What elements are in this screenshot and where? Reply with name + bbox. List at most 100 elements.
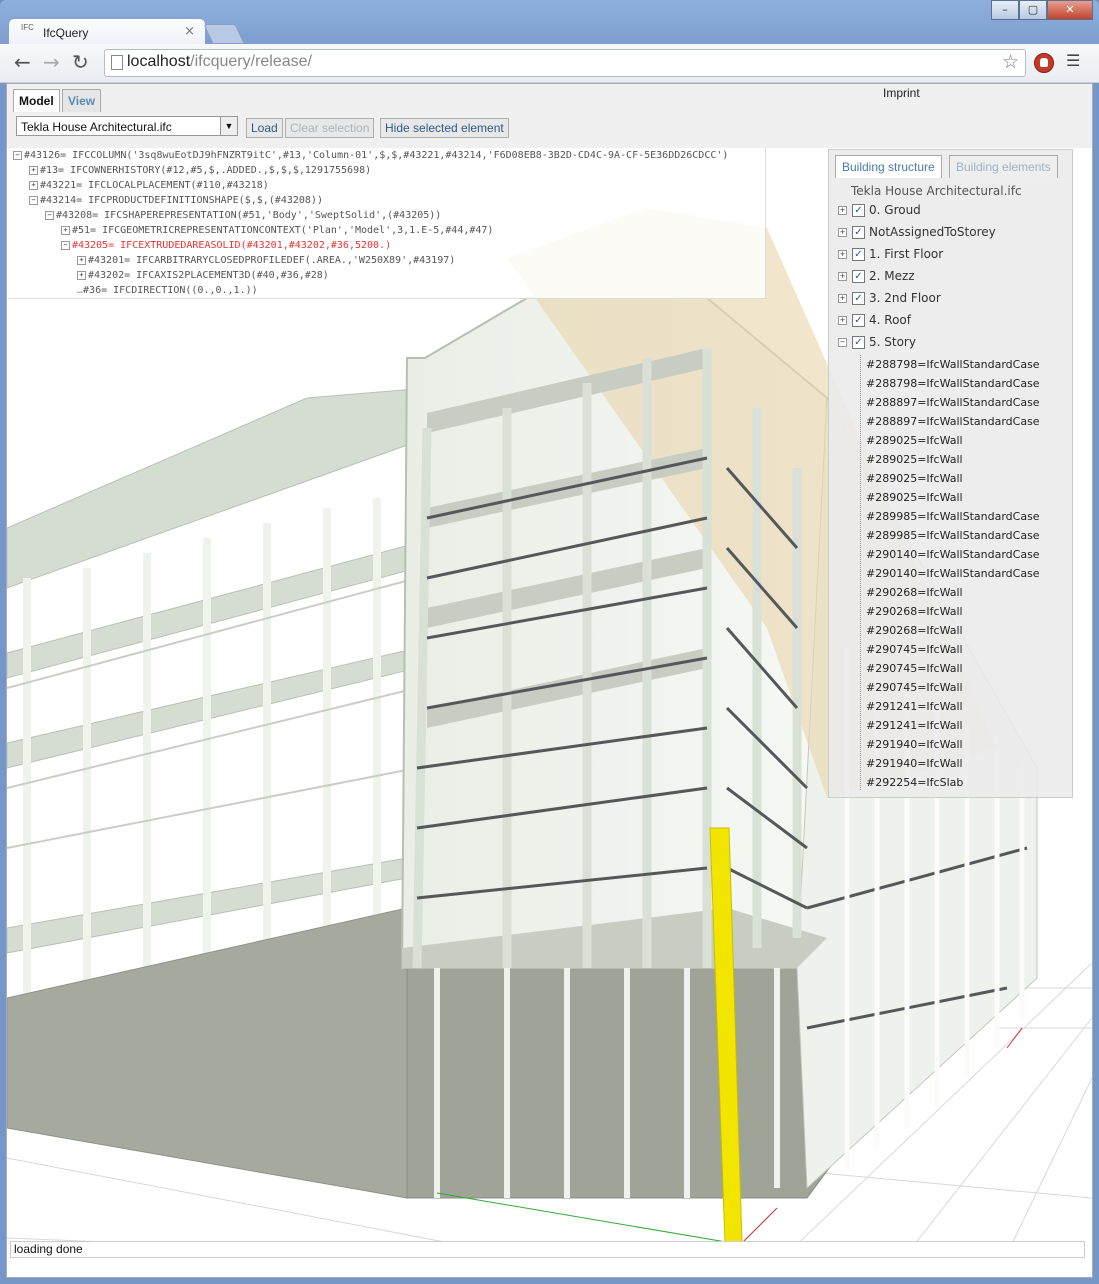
window-controls: – ▢ ✕ bbox=[991, 0, 1093, 20]
storey-checkbox[interactable]: ✓ bbox=[852, 336, 865, 349]
imprint-link[interactable]: Imprint bbox=[883, 86, 920, 100]
collapse-icon[interactable]: − bbox=[838, 338, 847, 347]
element-item[interactable]: #291940=IfcWall bbox=[866, 754, 963, 773]
bookmark-star-icon[interactable]: ☆ bbox=[1002, 51, 1019, 73]
tab-model[interactable]: Model bbox=[13, 89, 60, 112]
element-item[interactable]: #289025=IfcWall bbox=[866, 431, 963, 450]
storey-item[interactable]: + ✓ NotAssignedToStorey bbox=[838, 223, 996, 241]
element-item[interactable]: #291241=IfcWall bbox=[866, 716, 963, 735]
status-bar: loading done bbox=[10, 1241, 1085, 1258]
tree-guide-line bbox=[860, 355, 861, 790]
storey-item[interactable]: + ✓ 2. Mezz bbox=[838, 267, 915, 285]
entity-tree-panel: − #43126= IFCCOLUMN('3sq8wuEotDJ9hFNZRT9i… bbox=[8, 148, 766, 299]
adblock-icon[interactable] bbox=[1034, 53, 1054, 73]
control-bar: Model View Imprint Tekla House Architect… bbox=[7, 84, 1092, 149]
element-item[interactable]: #289025=IfcWall bbox=[866, 488, 963, 507]
building-structure-panel: Building structure Building elements Tek… bbox=[828, 149, 1073, 798]
storey-item[interactable]: + ✓ 1. First Floor bbox=[838, 245, 943, 263]
storey-checkbox[interactable]: ✓ bbox=[852, 248, 865, 261]
tree-root: Tekla House Architectural.ifc bbox=[851, 184, 1022, 198]
storey-item[interactable]: + ✓ 4. Roof bbox=[838, 311, 911, 329]
expand-icon[interactable]: + bbox=[838, 228, 847, 237]
tree-node-selected[interactable]: − #43205= IFCEXTRUDEDAREASOLID(#43201,#43… bbox=[61, 238, 391, 253]
element-item[interactable]: #291940=IfcWall bbox=[866, 735, 963, 754]
collapse-icon[interactable]: − bbox=[45, 210, 54, 220]
back-icon[interactable]: ← bbox=[14, 52, 31, 72]
menu-icon[interactable]: ☰ bbox=[1066, 53, 1082, 69]
3d-viewport[interactable]: − #43126= IFCCOLUMN('3sq8wuEotDJ9hFNZRT9i… bbox=[7, 148, 1092, 1254]
expand-icon[interactable]: + bbox=[838, 250, 847, 259]
tree-node[interactable]: − #43208= IFCSHAPEREPRESENTATION(#51,'Bod… bbox=[45, 208, 441, 223]
element-item[interactable]: #290140=IfcWallStandardCase bbox=[866, 545, 1040, 564]
storey-checkbox[interactable]: ✓ bbox=[852, 314, 865, 327]
element-item[interactable]: #290745=IfcWall bbox=[866, 678, 963, 697]
element-item[interactable]: #288897=IfcWallStandardCase bbox=[866, 393, 1040, 412]
storey-item[interactable]: + ✓ 3. 2nd Floor bbox=[838, 289, 941, 307]
tab-view[interactable]: View bbox=[62, 89, 102, 112]
expand-icon[interactable]: + bbox=[77, 255, 86, 265]
element-item[interactable]: #289985=IfcWallStandardCase bbox=[866, 526, 1040, 545]
element-item[interactable]: #289025=IfcWall bbox=[866, 469, 963, 488]
tree-node[interactable]: − #43214= IFCPRODUCTDEFINITIONSHAPE($,$,(… bbox=[29, 193, 323, 208]
element-item[interactable]: #289985=IfcWallStandardCase bbox=[866, 507, 1040, 526]
tab-close-icon[interactable]: × bbox=[184, 24, 195, 39]
element-item[interactable]: #290140=IfcWallStandardCase bbox=[866, 564, 1040, 583]
storey-checkbox[interactable]: ✓ bbox=[852, 270, 865, 283]
tree-node[interactable]: + #51= IFCGEOMETRICREPRESENTATIONCONTEXT(… bbox=[61, 223, 493, 238]
tree-node[interactable]: + #13= IFCOWNERHISTORY(#12,#5,$,.ADDED.,$… bbox=[29, 163, 371, 178]
close-icon[interactable]: ✕ bbox=[1047, 0, 1093, 20]
collapse-icon[interactable]: − bbox=[13, 150, 22, 160]
element-item[interactable]: #288798=IfcWallStandardCase bbox=[866, 374, 1040, 393]
storey-checkbox[interactable]: ✓ bbox=[852, 292, 865, 305]
minimize-icon[interactable]: – bbox=[991, 0, 1019, 20]
expand-icon[interactable]: + bbox=[61, 225, 70, 235]
browser-toolbar: ← → ↻ localhost/ifcquery/release/ ☆ ☰ bbox=[0, 44, 1099, 83]
element-item[interactable]: #292254=IfcSlab bbox=[866, 773, 963, 792]
element-item[interactable]: #288897=IfcWallStandardCase bbox=[866, 412, 1040, 431]
tree-node[interactable]: + #43221= IFCLOCALPLACEMENT(#110,#43218) bbox=[29, 178, 269, 193]
collapse-icon[interactable]: − bbox=[61, 240, 70, 250]
element-item[interactable]: #290268=IfcWall bbox=[866, 583, 963, 602]
reload-icon[interactable]: ↻ bbox=[72, 52, 89, 72]
expand-icon[interactable]: + bbox=[838, 206, 847, 215]
address-bar[interactable]: localhost/ifcquery/release/ ☆ bbox=[104, 49, 1026, 77]
element-item[interactable]: #290268=IfcWall bbox=[866, 602, 963, 621]
tree-node[interactable]: + #43201= IFCARBITRARYCLOSEDPROFILEDEF(.A… bbox=[77, 253, 455, 268]
element-item[interactable]: #289025=IfcWall bbox=[866, 450, 963, 469]
element-item[interactable]: #291241=IfcWall bbox=[866, 697, 963, 716]
expand-icon[interactable]: + bbox=[838, 316, 847, 325]
tree-node[interactable]: + #43202= IFCAXIS2PLACEMENT3D(#40,#36,#28… bbox=[77, 268, 329, 283]
element-item[interactable]: #290745=IfcWall bbox=[866, 640, 963, 659]
expand-icon[interactable]: + bbox=[29, 165, 38, 175]
chevron-down-icon[interactable]: ▼ bbox=[220, 117, 237, 135]
storey-checkbox[interactable]: ✓ bbox=[852, 204, 865, 217]
tab-building-structure[interactable]: Building structure bbox=[835, 155, 942, 178]
hide-selected-button[interactable]: Hide selected element bbox=[380, 118, 509, 138]
expand-icon[interactable]: + bbox=[838, 272, 847, 281]
storey-checkbox[interactable]: ✓ bbox=[852, 226, 865, 239]
load-button[interactable]: Load bbox=[246, 118, 283, 138]
expand-icon[interactable]: + bbox=[838, 294, 847, 303]
forward-icon[interactable]: → bbox=[43, 52, 60, 72]
file-select[interactable]: Tekla House Architectural.ifc ▼ bbox=[16, 116, 238, 136]
tab-building-elements[interactable]: Building elements bbox=[949, 155, 1058, 178]
expand-icon[interactable]: + bbox=[77, 270, 86, 280]
tab-title: IfcQuery bbox=[43, 26, 89, 40]
storey-item[interactable]: − ✓ 5. Story bbox=[838, 333, 916, 351]
element-item[interactable]: #288798=IfcWallStandardCase bbox=[866, 355, 1040, 374]
browser-window: – ▢ ✕ IFC IfcQuery × ← → ↻ localhost/ifc… bbox=[0, 0, 1099, 1284]
file-select-value: Tekla House Architectural.ifc bbox=[21, 120, 172, 134]
expand-icon[interactable]: + bbox=[29, 180, 38, 190]
tree-node[interactable]: …#36= IFCDIRECTION((0.,0.,1.)) bbox=[77, 283, 258, 298]
page-content: Model View Imprint Tekla House Architect… bbox=[6, 83, 1093, 1278]
maximize-icon[interactable]: ▢ bbox=[1019, 0, 1047, 20]
new-tab-button[interactable] bbox=[203, 24, 245, 44]
element-item[interactable]: #290268=IfcWall bbox=[866, 621, 963, 640]
tree-node[interactable]: − #43126= IFCCOLUMN('3sq8wuEotDJ9hFNZRT9i… bbox=[13, 148, 728, 163]
clear-selection-button[interactable]: Clear selection bbox=[285, 118, 375, 138]
browser-tab[interactable]: IFC IfcQuery × bbox=[8, 18, 206, 45]
storey-item[interactable]: + ✓ 0. Groud bbox=[838, 201, 921, 219]
element-item[interactable]: #290745=IfcWall bbox=[866, 659, 963, 678]
url-text: localhost/ifcquery/release/ bbox=[127, 53, 312, 70]
collapse-icon[interactable]: − bbox=[29, 195, 38, 205]
